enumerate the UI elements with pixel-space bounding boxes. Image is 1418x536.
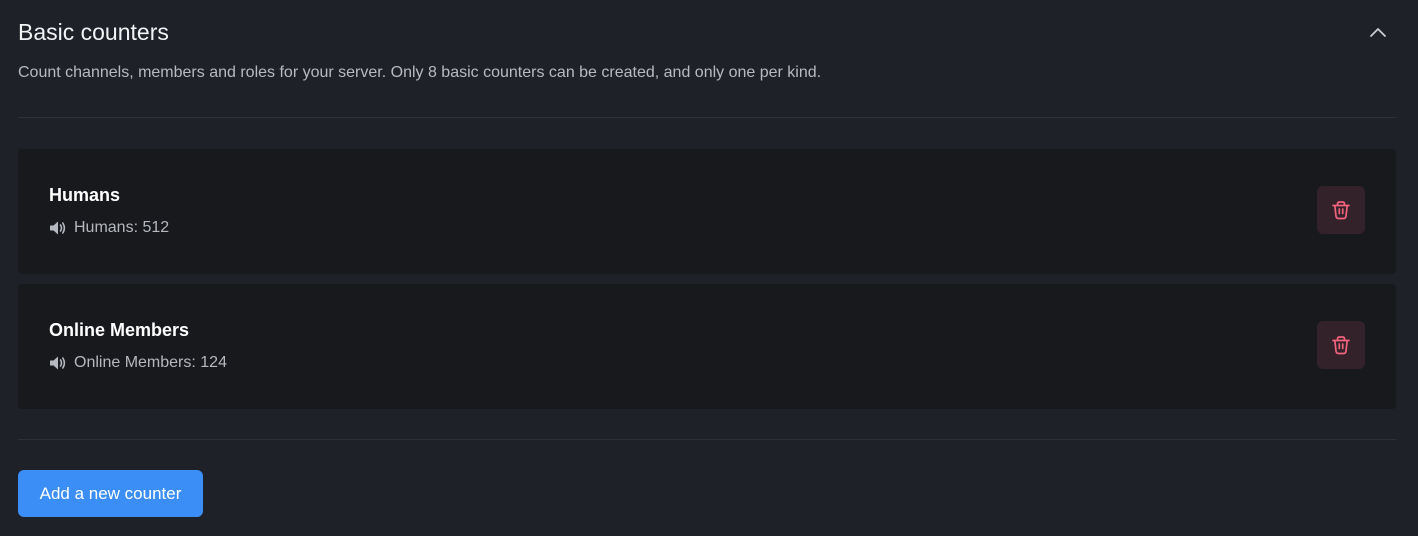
collapse-button[interactable] — [1366, 20, 1390, 44]
counter-channel: Humans: 512 — [49, 218, 169, 238]
section-description: Count channels, members and roles for yo… — [18, 64, 822, 81]
trash-icon — [1332, 201, 1350, 220]
counter-card: Humans Humans: 512 — [18, 149, 1396, 274]
counter-card: Online Members Online Members: 124 — [18, 284, 1396, 409]
add-counter-button[interactable]: Add a new counter — [18, 470, 203, 517]
trash-icon — [1332, 336, 1350, 355]
divider — [18, 439, 1396, 440]
section-title: Basic counters — [18, 19, 169, 45]
counter-channel-label: Online Members: 124 — [74, 354, 227, 371]
divider — [18, 117, 1396, 118]
speaker-icon — [49, 220, 67, 236]
speaker-icon — [49, 355, 67, 371]
counter-channel-label: Humans: 512 — [74, 219, 170, 236]
chevron-up-icon — [1370, 28, 1386, 37]
basic-counters-section: Basic counters Count channels, members a… — [0, 0, 1418, 536]
counter-channel: Online Members: 124 — [49, 353, 227, 373]
delete-counter-button[interactable] — [1317, 186, 1365, 234]
delete-counter-button[interactable] — [1317, 321, 1365, 369]
section-header: Basic counters — [18, 18, 1396, 48]
counter-name: Online Members — [49, 320, 190, 340]
counter-list: Humans Humans: 512 Online Members Online… — [18, 149, 1396, 419]
counter-name: Humans — [49, 185, 121, 205]
